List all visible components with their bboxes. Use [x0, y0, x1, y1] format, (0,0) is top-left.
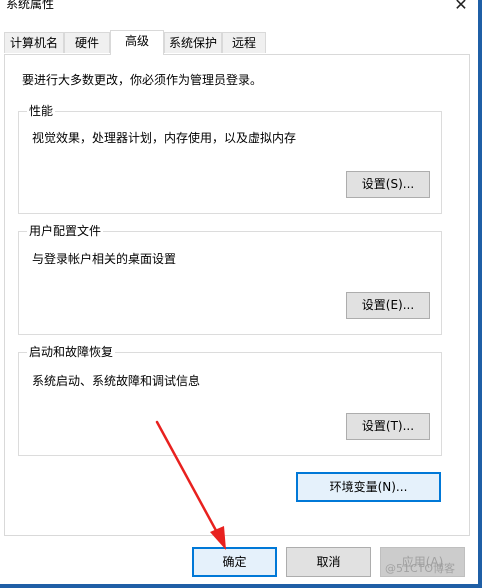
watermark: @51CTO博客 [385, 562, 456, 575]
red-arrow-icon [155, 420, 226, 550]
tab-advanced[interactable]: 高级 [110, 30, 164, 55]
